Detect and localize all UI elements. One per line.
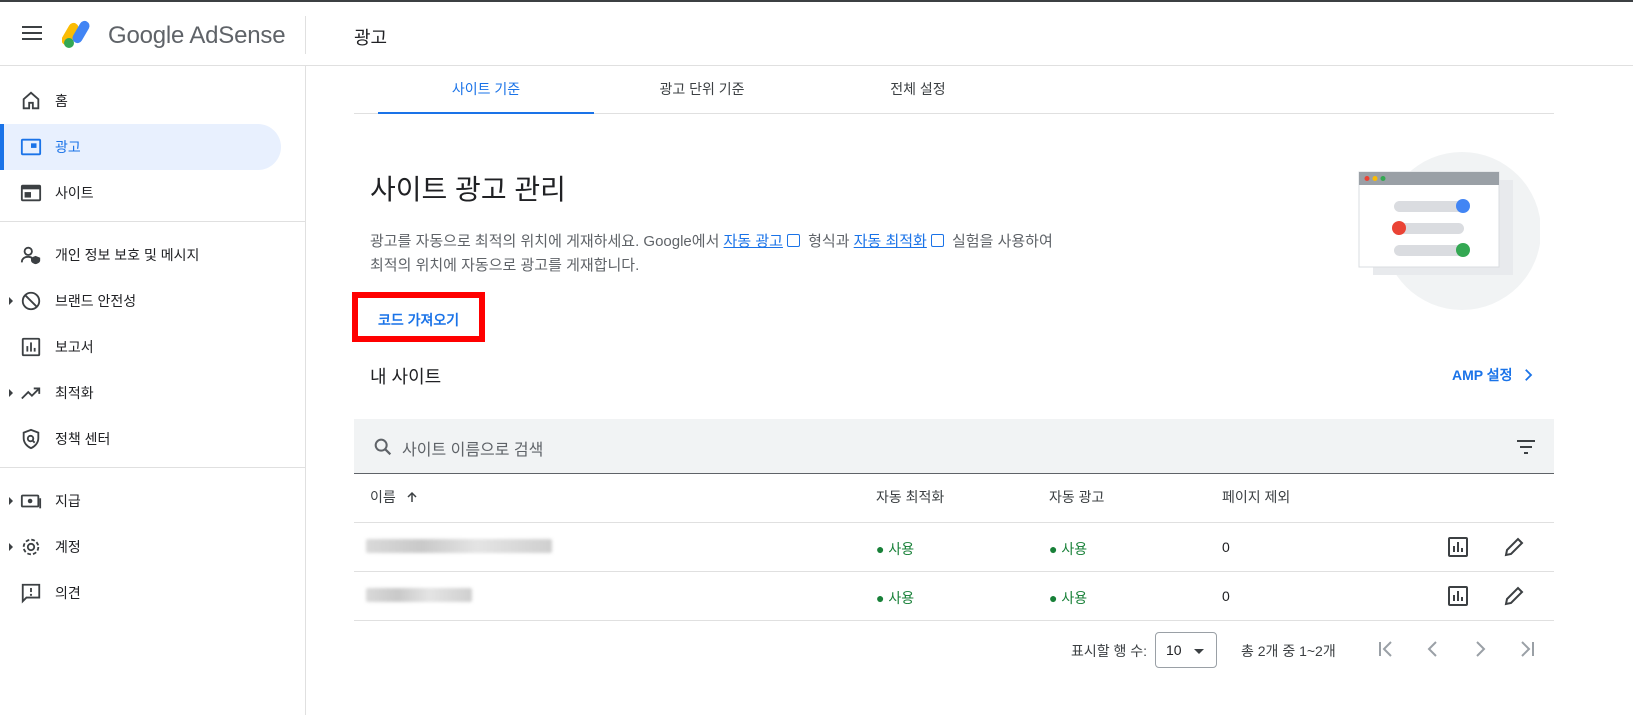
pagination-range: 총 2개 중 1~2개 <box>1241 643 1336 659</box>
expand-caret-icon <box>9 543 13 551</box>
tab-global-settings[interactable]: 전체 설정 <box>810 66 1026 114</box>
chevron-right-icon <box>1524 369 1532 381</box>
adsense-logo <box>62 20 90 48</box>
expand-caret-icon <box>9 297 13 305</box>
sidebar-item-home[interactable]: 홈 <box>0 78 281 124</box>
sidebar-item-ads[interactable]: 광고 <box>0 124 281 170</box>
rows-per-page-select[interactable]: 10 <box>1155 632 1217 668</box>
sidebar-item-label: 광고 <box>55 139 81 155</box>
privacy-icon <box>20 246 41 265</box>
column-header-name[interactable]: 이름 <box>370 487 418 507</box>
auto-ads-status: ● 사용 <box>1049 590 1088 606</box>
sort-arrow-up-icon <box>407 491 417 502</box>
site-name-redacted <box>366 588 472 602</box>
get-code-button[interactable]: 코드 가져오기 <box>378 310 459 330</box>
amp-settings-label: AMP 설정 <box>1452 367 1513 383</box>
filter-icon[interactable] <box>1516 439 1536 455</box>
search-input[interactable]: 사이트 이름으로 검색 <box>402 436 543 460</box>
auto-optimization-status: ● 사용 <box>876 541 915 557</box>
block-icon <box>21 291 41 311</box>
sidebar-divider <box>0 467 305 468</box>
sidebar-item-label: 홈 <box>55 93 68 109</box>
site-name-redacted <box>366 539 552 553</box>
desc-text: 광고를 자동으로 최적의 위치에 게재하세요. Google에서 <box>370 233 724 250</box>
sidebar-item-policy-center[interactable]: 정책 센터 <box>0 416 281 462</box>
auto-optimize-link[interactable]: 자동 최적화 <box>854 233 927 250</box>
desc-text-line2: 최적의 위치에 자동으로 광고를 게재합니다. <box>370 257 640 274</box>
external-link-icon <box>786 234 800 247</box>
sidebar-item-account[interactable]: 계정 <box>0 524 281 570</box>
sidebar: 홈 광고 사이트 개인 정보 보호 및 메시지 브랜드 안전성 보고서 최적화 … <box>0 66 306 715</box>
sidebar-item-payments[interactable]: 지급 <box>0 478 281 524</box>
external-link-icon <box>930 234 944 247</box>
sidebar-item-label: 사이트 <box>55 185 94 201</box>
ads-icon <box>20 138 42 156</box>
sidebar-item-label: 개인 정보 보호 및 메시지 <box>55 247 200 263</box>
site-search-bar[interactable]: 사이트 이름으로 검색 <box>354 419 1554 474</box>
sidebar-item-label: 최적화 <box>55 385 94 401</box>
expand-caret-icon <box>9 497 13 505</box>
sidebar-item-sites[interactable]: 사이트 <box>0 170 281 216</box>
desc-text: 실험을 사용하여 <box>947 233 1053 250</box>
column-header-auto-optimization: 자동 최적화 <box>876 489 945 505</box>
section-description: 광고를 자동으로 최적의 위치에 게재하세요. Google에서 자동 광고 형… <box>370 230 1110 278</box>
feedback-icon <box>21 583 41 604</box>
sidebar-item-label: 의견 <box>55 585 81 601</box>
auto-ads-status: ● 사용 <box>1049 541 1088 557</box>
report-icon <box>21 337 41 357</box>
brand-name: Google AdSense <box>108 22 286 49</box>
column-header-auto-ads: 자동 광고 <box>1049 489 1105 505</box>
sidebar-item-label: 보고서 <box>55 339 94 355</box>
menu-icon[interactable] <box>22 26 42 42</box>
column-header-label: 이름 <box>370 489 396 505</box>
my-sites-heading: 내 사이트 <box>370 367 442 387</box>
desc-text: 형식과 <box>803 233 854 250</box>
table-row[interactable]: ● 사용 ● 사용 0 <box>354 523 1554 572</box>
first-page-icon[interactable] <box>1374 637 1398 661</box>
sidebar-item-label: 브랜드 안전성 <box>55 293 137 309</box>
report-icon[interactable] <box>1446 535 1470 559</box>
trending-icon <box>21 387 41 400</box>
sidebar-divider <box>0 221 305 222</box>
sidebar-item-brand-safety[interactable]: 브랜드 안전성 <box>0 278 281 324</box>
page-exclusions-count: 0 <box>1222 588 1230 604</box>
sidebar-item-feedback[interactable]: 의견 <box>0 570 281 616</box>
policy-shield-icon <box>22 428 40 450</box>
edit-pencil-icon[interactable] <box>1502 535 1526 559</box>
last-page-icon[interactable] <box>1515 637 1539 661</box>
expand-caret-icon <box>9 389 13 397</box>
search-icon <box>374 438 392 456</box>
top-bar: Google AdSense 광고 <box>0 0 1633 66</box>
report-icon[interactable] <box>1446 584 1470 608</box>
previous-page-icon[interactable] <box>1421 637 1445 661</box>
sidebar-item-label: 계정 <box>55 539 81 555</box>
tab-by-ad-unit[interactable]: 광고 단위 기준 <box>594 66 810 114</box>
tab-by-site[interactable]: 사이트 기준 <box>378 66 594 114</box>
home-icon <box>22 91 40 110</box>
section-heading: 사이트 광고 관리 <box>370 174 566 205</box>
page-exclusions-count: 0 <box>1222 539 1230 555</box>
site-icon <box>20 184 42 202</box>
payments-icon <box>20 494 42 509</box>
rows-per-page-value: 10 <box>1166 642 1182 658</box>
dropdown-arrow-icon <box>1194 649 1204 654</box>
sidebar-item-privacy[interactable]: 개인 정보 보호 및 메시지 <box>0 232 281 278</box>
amp-settings-link[interactable]: AMP 설정 <box>1452 365 1537 385</box>
rows-per-page-label: 표시할 행 수: <box>1071 643 1148 659</box>
next-page-icon[interactable] <box>1468 637 1492 661</box>
gear-icon <box>22 538 40 556</box>
sidebar-item-label: 정책 센터 <box>55 431 111 447</box>
sidebar-item-reports[interactable]: 보고서 <box>0 324 281 370</box>
page-title: 광고 <box>354 28 388 48</box>
sidebar-item-optimization[interactable]: 최적화 <box>0 370 281 416</box>
ads-illustration <box>1358 152 1540 310</box>
auto-optimization-status: ● 사용 <box>876 590 915 606</box>
top-divider <box>305 16 306 54</box>
auto-ads-link[interactable]: 자동 광고 <box>724 233 783 250</box>
tab-bar: 사이트 기준 광고 단위 기준 전체 설정 <box>354 66 1554 114</box>
sidebar-item-label: 지급 <box>55 493 81 509</box>
edit-pencil-icon[interactable] <box>1502 584 1526 608</box>
table-row[interactable]: ● 사용 ● 사용 0 <box>354 572 1554 621</box>
column-header-page-exclusions: 페이지 제외 <box>1222 489 1291 505</box>
